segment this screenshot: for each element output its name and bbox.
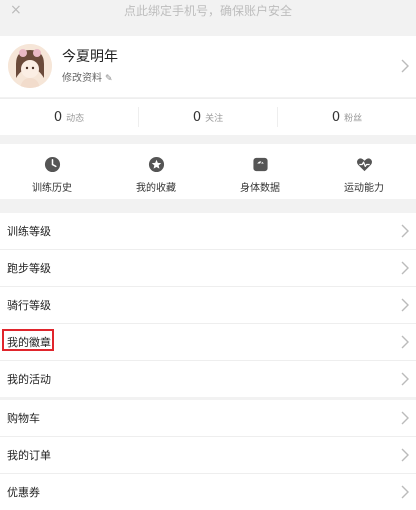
heartbeat-icon: [356, 158, 373, 172]
quick-link-sport-ability[interactable]: 运动能力: [312, 144, 416, 199]
chevron-right-icon: [401, 335, 409, 349]
stat-posts-count: 0: [53, 109, 63, 125]
chevron-right-icon: [401, 224, 409, 238]
menu-item-coupons[interactable]: 优惠券: [0, 474, 416, 510]
chevron-right-icon: [401, 411, 409, 425]
chevron-right-icon: [401, 59, 409, 73]
menu-item-cycling-level[interactable]: 骑行等级: [0, 287, 416, 324]
quick-links: 训练历史 我的收藏 身体数据 运动能力: [0, 144, 416, 199]
level-menu: 训练等级 跑步等级 骑行等级 我的徽章 我的活动: [0, 213, 416, 397]
clock-icon: [44, 156, 61, 173]
avatar[interactable]: [8, 44, 52, 88]
menu-item-label: 训练等级: [7, 225, 51, 238]
stat-posts-label: 动态: [66, 113, 85, 124]
edit-icon: ✎: [105, 74, 113, 84]
star-icon: [148, 156, 165, 173]
user-name: 今夏明年: [62, 49, 118, 65]
menu-item-training-level[interactable]: 训练等级: [0, 213, 416, 250]
stat-posts[interactable]: 0 动态: [0, 99, 138, 135]
menu-item-my-badges[interactable]: 我的徽章: [0, 324, 416, 361]
menu-item-label: 我的活动: [7, 373, 51, 386]
chevron-right-icon: [401, 372, 409, 386]
quick-link-body-data[interactable]: 身体数据: [208, 144, 312, 199]
bind-phone-text[interactable]: 点此绑定手机号，确保账户安全: [0, 2, 416, 19]
menu-item-my-orders[interactable]: 我的订单: [0, 437, 416, 474]
stat-followers-label: 粉丝: [344, 113, 363, 124]
menu-item-running-level[interactable]: 跑步等级: [0, 250, 416, 287]
edit-profile-label: 修改资料: [62, 73, 102, 84]
quick-link-label: 我的收藏: [136, 183, 176, 194]
bind-phone-banner[interactable]: × 点此绑定手机号，确保账户安全: [0, 0, 416, 27]
stat-followers-count: 0: [331, 109, 341, 125]
menu-item-label: 我的徽章: [7, 336, 51, 349]
menu-item-label: 骑行等级: [7, 299, 51, 312]
stat-followers[interactable]: 0 粉丝: [278, 99, 416, 135]
chevron-right-icon: [401, 448, 409, 462]
quick-link-label: 身体数据: [240, 183, 280, 194]
menu-item-label: 购物车: [7, 412, 40, 425]
quick-link-favorites[interactable]: 我的收藏: [104, 144, 208, 199]
menu-item-label: 优惠券: [7, 486, 40, 499]
quick-link-training-history[interactable]: 训练历史: [0, 144, 104, 199]
menu-item-my-activities[interactable]: 我的活动: [0, 361, 416, 397]
menu-item-shopping-cart[interactable]: 购物车: [0, 400, 416, 437]
chevron-right-icon: [401, 298, 409, 312]
chevron-right-icon: [401, 261, 409, 275]
stats-bar: 0 动态 0 关注 0 粉丝: [0, 98, 416, 135]
shop-menu: 购物车 我的订单 优惠券: [0, 400, 416, 510]
edit-profile-link[interactable]: 修改资料 ✎: [62, 69, 113, 84]
scale-icon: [253, 157, 268, 172]
quick-link-label: 训练历史: [32, 183, 72, 194]
menu-item-label: 我的订单: [7, 449, 51, 462]
menu-item-label: 跑步等级: [7, 262, 51, 275]
stat-following-label: 关注: [205, 113, 224, 124]
quick-link-label: 运动能力: [344, 183, 384, 194]
profile-card[interactable]: 今夏明年 修改资料 ✎: [0, 36, 416, 97]
stat-following-count: 0: [192, 109, 202, 125]
chevron-right-icon: [401, 485, 409, 499]
stat-following[interactable]: 0 关注: [139, 99, 277, 135]
